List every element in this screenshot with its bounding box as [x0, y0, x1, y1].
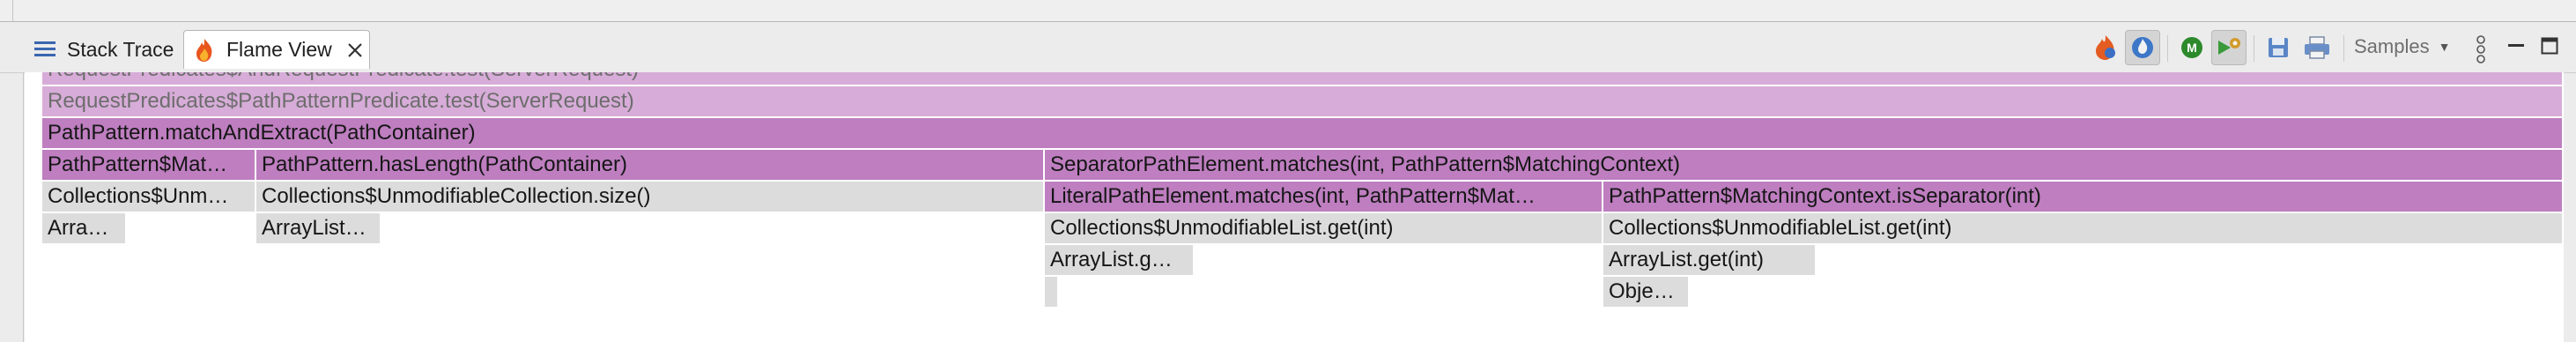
previous-panel-edge [0, 0, 2576, 22]
flame-frame[interactable]: RequestPredicates$AndRequestPredicate.te… [42, 72, 2564, 85]
view-border [23, 72, 24, 342]
flame-frame[interactable]: PathPattern.matchAndExtract(PathContaine… [42, 118, 2564, 148]
flame-frame[interactable]: Collections$UnmodifiableList.get(int) [1045, 213, 1603, 243]
toolbar-separator [2343, 35, 2344, 62]
flame-frame[interactable]: Arra… [42, 213, 127, 243]
panel-divider [12, 0, 13, 21]
flame-frame[interactable]: ArrayList.get(int) [1603, 245, 1817, 275]
flame-frame[interactable]: RequestPredicates$PathPatternPredicate.t… [42, 86, 2564, 116]
method-badge-icon[interactable]: M [2174, 30, 2210, 65]
flame-frame[interactable]: LiteralPathElement.matches(int, PathPatt… [1045, 182, 1603, 212]
flame-frame[interactable]: Obje… [1603, 277, 1690, 307]
flame-frame[interactable]: PathPattern.hasLength(PathContainer) [256, 150, 1045, 180]
toolbar-separator [2167, 35, 2168, 62]
save-icon[interactable] [2261, 30, 2296, 65]
chevron-down-icon: ▼ [2438, 40, 2451, 54]
icicle-graph-icon[interactable] [2125, 30, 2160, 65]
tab-flame-view[interactable]: Flame View [183, 30, 370, 69]
list-icon [32, 36, 58, 63]
tab-label: Stack Trace [67, 37, 174, 61]
flame-frame[interactable]: PathPattern$Mat… [42, 150, 256, 180]
samples-label: Samples [2354, 35, 2430, 57]
flame-frame[interactable]: ArrayList… [256, 213, 381, 243]
flame-graph-icon[interactable] [2088, 30, 2123, 65]
minimize-icon[interactable] [2498, 28, 2534, 63]
flame-graph: RequestPredicates$AndRequestPredicate.te… [25, 72, 2564, 342]
flame-frame[interactable] [1045, 277, 1059, 307]
flame-frame[interactable]: PathPattern$MatchingContext.isSeparator(… [1603, 182, 2564, 212]
overflow-menu-icon[interactable] [2463, 32, 2498, 67]
tab-label: Flame View [226, 38, 332, 61]
run-gear-icon[interactable] [2211, 30, 2247, 65]
svg-text:M: M [2187, 41, 2197, 55]
flame-icon [191, 37, 218, 63]
flame-frame[interactable]: Collections$UnmodifiableList.get(int) [1603, 213, 2564, 243]
samples-dropdown[interactable]: Samples ▼ [2354, 35, 2450, 58]
maximize-icon[interactable] [2532, 28, 2567, 63]
flame-frame[interactable]: Collections$Unm… [42, 182, 256, 212]
flame-frame[interactable]: Collections$UnmodifiableCollection.size(… [256, 182, 1045, 212]
tab-stack-trace[interactable]: Stack Trace [25, 30, 180, 69]
flame-frame[interactable]: SeparatorPathElement.matches(int, PathPa… [1045, 150, 2564, 180]
print-icon[interactable] [2299, 30, 2335, 65]
close-icon[interactable] [346, 41, 364, 59]
flame-frame[interactable]: ArrayList.g… [1045, 245, 1195, 275]
